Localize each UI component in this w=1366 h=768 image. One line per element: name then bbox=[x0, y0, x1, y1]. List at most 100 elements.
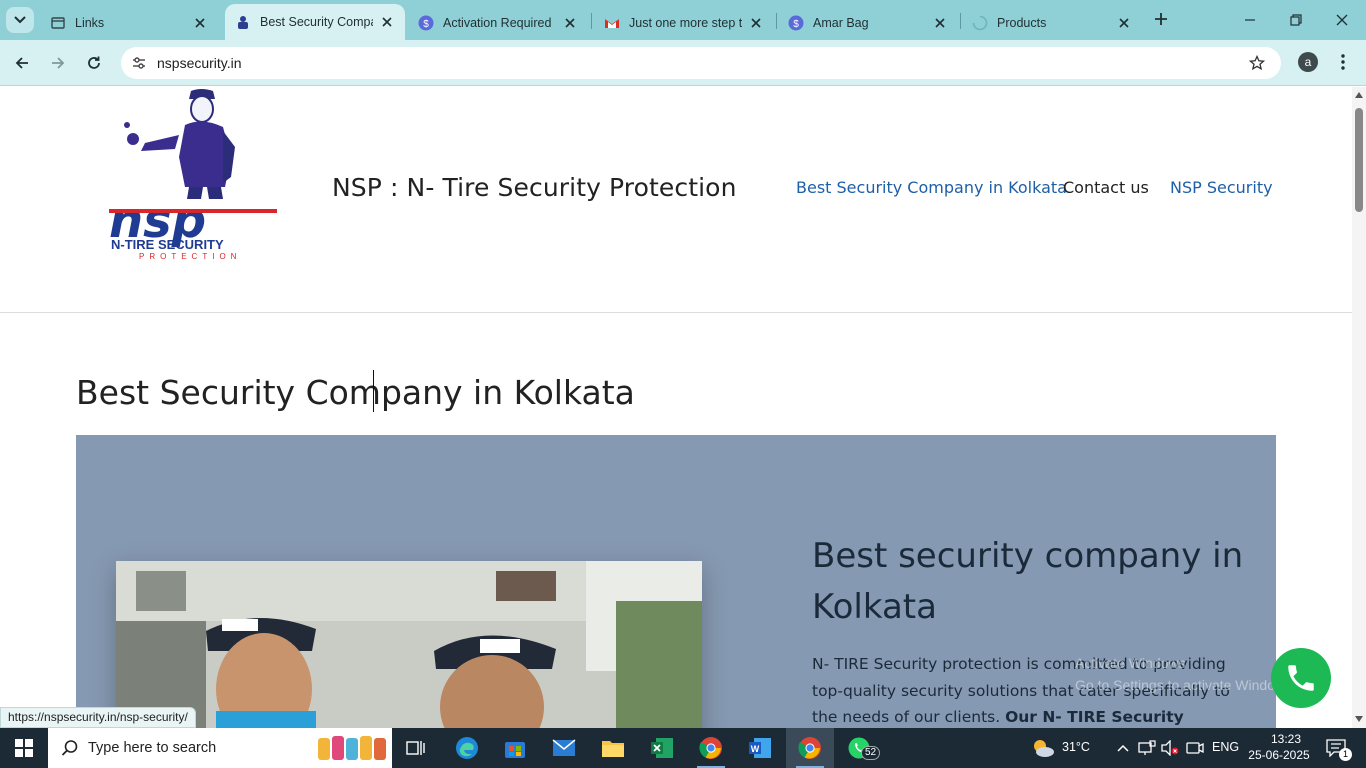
mail-icon bbox=[552, 739, 576, 756]
tab-title: Just one more step tc bbox=[629, 16, 742, 30]
dollar-icon: $ bbox=[418, 15, 434, 31]
tab-amar-bag[interactable]: $ Amar Bag bbox=[778, 6, 958, 40]
taskbar-word[interactable]: W bbox=[736, 728, 784, 768]
svg-text:$: $ bbox=[423, 19, 429, 30]
chrome-icon bbox=[699, 737, 722, 759]
whatsapp-unread-badge: 52 bbox=[861, 746, 881, 760]
site-title[interactable]: NSP : N- Tire Security Protection bbox=[332, 173, 737, 202]
arrow-right-icon bbox=[52, 57, 65, 69]
excel-icon bbox=[651, 738, 673, 758]
dollar-icon: $ bbox=[788, 15, 804, 31]
edge-icon bbox=[456, 737, 478, 759]
reload-button[interactable] bbox=[81, 50, 107, 76]
scroll-down-arrow-icon[interactable] bbox=[1355, 715, 1363, 723]
forward-button[interactable] bbox=[45, 50, 71, 76]
plus-icon bbox=[1155, 13, 1167, 25]
svg-text:$: $ bbox=[793, 19, 799, 30]
gmail-icon bbox=[604, 15, 620, 31]
close-icon[interactable] bbox=[562, 15, 578, 31]
nav-contact-us[interactable]: Contact us bbox=[1063, 178, 1149, 197]
text-cursor bbox=[373, 370, 374, 412]
phone-icon bbox=[1288, 665, 1314, 691]
search-highlight-art bbox=[318, 736, 386, 760]
close-icon[interactable] bbox=[1116, 15, 1132, 31]
search-placeholder: Type here to search bbox=[88, 740, 217, 756]
clock-date[interactable]: 25-06-2025 bbox=[1248, 748, 1310, 762]
taskbar-file-explorer[interactable] bbox=[589, 728, 637, 768]
scroll-up-arrow-icon[interactable] bbox=[1355, 91, 1363, 99]
weather-temperature[interactable]: 31°C bbox=[1062, 740, 1090, 754]
watermark-line-2: Go to Settings to activate Windows. bbox=[1075, 677, 1296, 693]
chevron-down-icon bbox=[14, 16, 26, 24]
chevron-up-icon bbox=[1117, 744, 1129, 752]
show-hidden-icons-button[interactable] bbox=[1113, 738, 1133, 758]
tab-title: Best Security Compan bbox=[260, 15, 373, 29]
hero-heading: Best security company in Kolkata bbox=[812, 536, 1244, 627]
site-logo[interactable]: nsp N-TIRE SECURITY PROTECTION bbox=[105, 87, 285, 263]
volume-muted-icon[interactable] bbox=[1160, 738, 1180, 758]
guard-figure bbox=[124, 89, 235, 199]
tab-best-security-company[interactable]: Best Security Compan bbox=[225, 4, 405, 40]
tab-activation-required[interactable]: $ Activation Required bbox=[408, 6, 588, 40]
nav-best-security-company[interactable]: Best Security Company in Kolkata bbox=[796, 178, 1067, 197]
bookmark-star-icon[interactable] bbox=[1247, 53, 1267, 73]
microsoft-store-icon bbox=[505, 742, 525, 758]
task-view-icon bbox=[406, 741, 425, 755]
back-button[interactable] bbox=[9, 50, 35, 76]
taskbar-chrome-profile-1[interactable] bbox=[687, 728, 735, 768]
weather-icon[interactable] bbox=[1030, 738, 1056, 758]
site-settings-icon[interactable] bbox=[129, 53, 149, 73]
address-bar[interactable]: nspsecurity.in bbox=[121, 47, 1281, 79]
tab-gmail[interactable]: Just one more step tc bbox=[594, 6, 774, 40]
close-icon bbox=[1336, 14, 1348, 26]
restore-icon bbox=[1290, 14, 1302, 26]
word-icon: W bbox=[749, 738, 771, 758]
windows-taskbar: Type here to search W 52 31°C ENG 13:23 … bbox=[0, 728, 1366, 768]
taskbar-excel[interactable] bbox=[638, 728, 686, 768]
page-scrollbar[interactable] bbox=[1352, 87, 1366, 728]
tab-links[interactable]: Links bbox=[40, 6, 218, 40]
taskbar-whatsapp[interactable]: 52 bbox=[835, 728, 883, 768]
whatsapp-call-button[interactable] bbox=[1271, 648, 1331, 708]
taskbar-store[interactable] bbox=[491, 728, 539, 768]
scroll-thumb[interactable] bbox=[1355, 108, 1363, 212]
clock-time[interactable]: 13:23 bbox=[1262, 732, 1310, 746]
taskbar-chrome-active[interactable] bbox=[786, 728, 834, 768]
start-button[interactable] bbox=[0, 728, 48, 768]
activate-windows-watermark: Activate Windows Go to Settings to activ… bbox=[1075, 652, 1296, 696]
close-window-button[interactable] bbox=[1330, 8, 1354, 32]
tab-title: Activation Required bbox=[443, 16, 552, 30]
browser-toolbar: nspsecurity.in bbox=[0, 40, 1366, 86]
taskbar-edge[interactable] bbox=[443, 728, 491, 768]
taskbar-mail[interactable] bbox=[540, 728, 588, 768]
close-icon[interactable] bbox=[932, 15, 948, 31]
browser-menu-button[interactable] bbox=[1336, 52, 1350, 72]
network-icon[interactable] bbox=[1137, 738, 1157, 758]
new-tab-button[interactable] bbox=[1150, 8, 1172, 30]
web-page: nsp N-TIRE SECURITY PROTECTION NSP : N- … bbox=[0, 87, 1352, 728]
address-text[interactable]: nspsecurity.in bbox=[157, 55, 242, 71]
close-icon[interactable] bbox=[379, 14, 395, 30]
taskbar-search-box[interactable]: Type here to search bbox=[48, 728, 392, 768]
arrow-left-icon bbox=[15, 57, 28, 69]
profile-avatar[interactable]: a bbox=[1298, 52, 1318, 72]
close-icon[interactable] bbox=[192, 15, 208, 31]
meet-now-icon[interactable] bbox=[1185, 738, 1205, 758]
task-view-button[interactable] bbox=[392, 728, 440, 768]
watermark-line-1: Activate Windows bbox=[1075, 655, 1186, 671]
windows-logo-icon bbox=[15, 739, 33, 757]
restore-button[interactable] bbox=[1284, 8, 1308, 32]
tab-title: Links bbox=[75, 16, 105, 30]
tab-separator bbox=[776, 13, 777, 29]
minimize-button[interactable] bbox=[1238, 8, 1262, 32]
page-icon bbox=[50, 15, 66, 31]
logo-tagline: PROTECTION bbox=[139, 252, 241, 261]
tab-products[interactable]: Products bbox=[962, 6, 1142, 40]
tab-separator bbox=[960, 13, 961, 29]
close-icon[interactable] bbox=[748, 15, 764, 31]
nav-nsp-security[interactable]: NSP Security bbox=[1170, 178, 1273, 197]
status-bar-url: https://nspsecurity.in/nsp-security/ bbox=[0, 707, 196, 728]
tab-title: Products bbox=[997, 16, 1047, 30]
tab-search-button[interactable] bbox=[6, 7, 34, 33]
input-language[interactable]: ENG bbox=[1212, 740, 1239, 754]
